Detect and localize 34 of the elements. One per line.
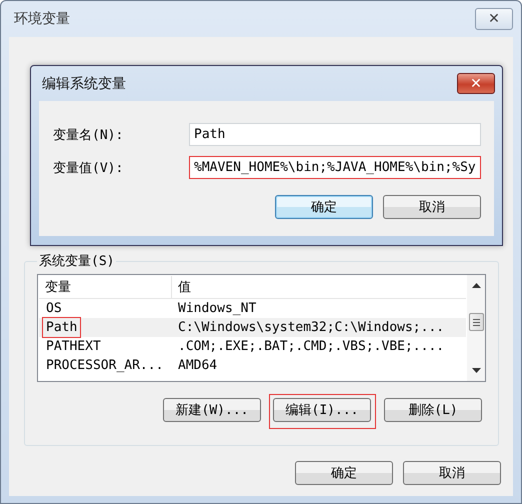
window-title: 环境变量 bbox=[14, 10, 70, 28]
table-cell: C:\Windows\system32;C:\Windows;... bbox=[178, 320, 444, 335]
variable-row[interactable]: OS Windows_NT bbox=[39, 299, 466, 318]
table-cell: AMD64 bbox=[178, 358, 218, 373]
dialog-button[interactable]: 确定 bbox=[295, 461, 393, 485]
scroll-down-icon[interactable] bbox=[472, 368, 480, 373]
table-cell-text: PROCESSOR_AR... bbox=[45, 357, 164, 375]
table-cell-text: PATHEXT bbox=[45, 338, 102, 356]
list-action-button[interactable]: 新建(W)... bbox=[163, 398, 261, 422]
dialog-button[interactable]: 确定 bbox=[275, 195, 373, 219]
list-action-button[interactable]: 编辑(I)... bbox=[273, 398, 371, 422]
table-cell: Path bbox=[42, 317, 82, 338]
field-label: 变量值(V): bbox=[53, 160, 124, 176]
column-header[interactable]: 值 bbox=[172, 276, 466, 298]
table-cell: Windows_NT bbox=[178, 301, 256, 316]
dialog-button[interactable]: 取消 bbox=[403, 461, 501, 485]
scroll-thumb[interactable] bbox=[468, 313, 484, 331]
scroll-up-icon[interactable] bbox=[472, 283, 480, 288]
dialog-title: 编辑系统变量 bbox=[42, 74, 126, 92]
column-header[interactable]: 变量 bbox=[39, 276, 172, 298]
table-cell-text: OS bbox=[45, 300, 63, 318]
close-button[interactable]: ✕ bbox=[475, 8, 513, 30]
input-field[interactable]: Path bbox=[189, 123, 481, 146]
scrollbar[interactable] bbox=[467, 275, 485, 381]
close-button[interactable]: ✕ bbox=[457, 73, 495, 94]
list-action-button[interactable]: 删除(L) bbox=[384, 398, 482, 422]
dialog-button[interactable]: 取消 bbox=[383, 195, 481, 219]
variable-row[interactable]: PATHEXT .COM;.EXE;.BAT;.CMD;.VBS;.VBE;.... bbox=[39, 337, 466, 356]
variable-row[interactable]: PROCESSOR_AR... AMD64 bbox=[39, 356, 466, 375]
variable-row[interactable]: Path C:\Windows\system32;C:\Windows;... bbox=[39, 318, 466, 337]
field-label: 变量名(N): bbox=[53, 126, 124, 144]
input-field[interactable]: %MAVEN_HOME%\bin;%JAVA_HOME%\bin;%Sy bbox=[189, 156, 481, 179]
group-title: 系统变量(S) bbox=[38, 253, 116, 270]
table-cell: .COM;.EXE;.BAT;.CMD;.VBS;.VBE;.... bbox=[178, 339, 444, 354]
